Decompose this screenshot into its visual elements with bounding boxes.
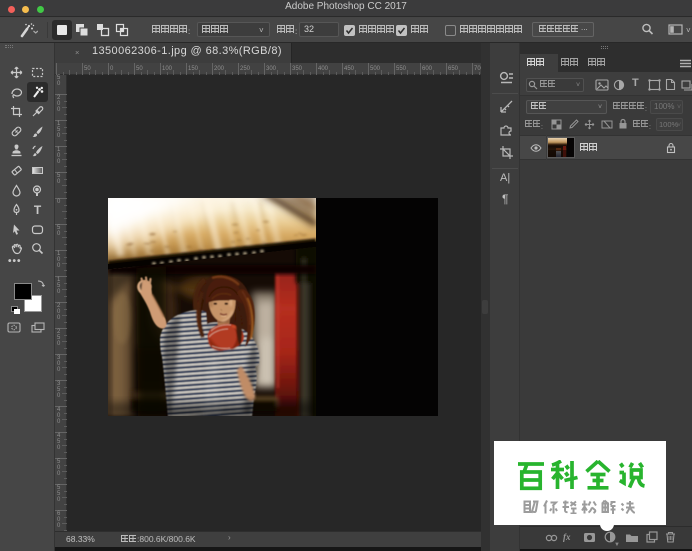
svg-text:T: T — [34, 203, 42, 216]
